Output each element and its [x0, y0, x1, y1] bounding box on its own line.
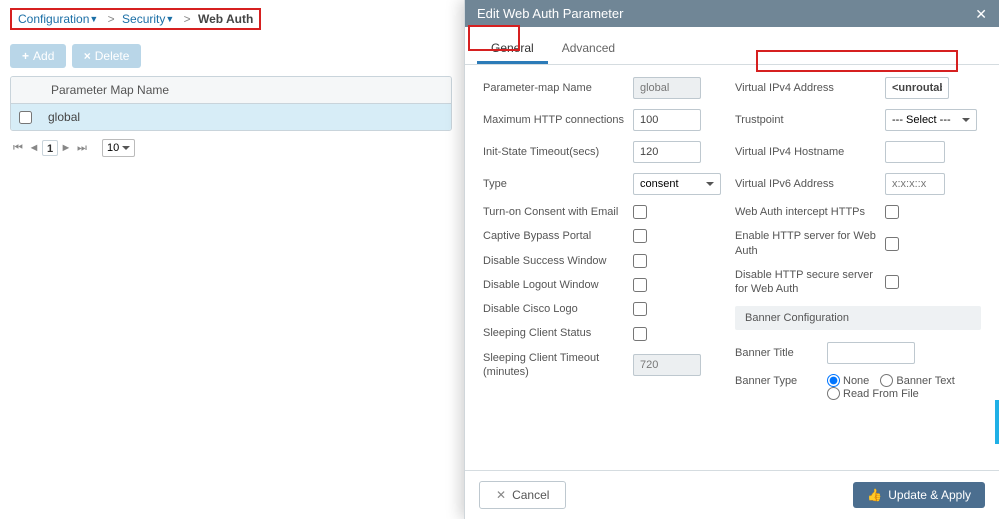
disable-logo-checkbox[interactable] [633, 302, 647, 316]
disable-success-checkbox[interactable] [633, 254, 647, 268]
banner-type-label: Banner Type [735, 374, 827, 388]
banner-title-label: Banner Title [735, 346, 827, 360]
enable-http-label: Enable HTTP server for Web Auth [735, 229, 885, 258]
type-select[interactable]: consent [633, 173, 721, 195]
type-label: Type [483, 177, 633, 191]
banner-type-text[interactable]: Banner Text [880, 375, 955, 387]
sleeping-timeout-label: Sleeping Client Timeout (minutes) [483, 351, 633, 380]
v6addr-label: Virtual IPv6 Address [735, 177, 885, 191]
banner-title-field[interactable] [827, 342, 915, 364]
edit-panel: Edit Web Auth Parameter ✕ General Advanc… [464, 0, 999, 519]
tab-advanced[interactable]: Advanced [548, 35, 629, 64]
v4addr-label: Virtual IPv4 Address [735, 81, 885, 95]
banner-section: Banner Configuration [735, 306, 981, 330]
add-button[interactable]: +Add [10, 44, 66, 68]
pager-page[interactable]: 1 [42, 140, 58, 156]
captive-label: Captive Bypass Portal [483, 229, 633, 243]
disable-success-label: Disable Success Window [483, 254, 633, 268]
sleeping-timeout-field [633, 354, 701, 376]
delete-button[interactable]: ×Delete [72, 44, 142, 68]
crumb-configuration[interactable]: Configuration [18, 12, 89, 26]
panel-title: Edit Web Auth Parameter [477, 6, 623, 21]
captive-checkbox[interactable] [633, 229, 647, 243]
pager-prev-icon[interactable]: ◄ [26, 140, 42, 156]
v4host-field[interactable] [885, 141, 945, 163]
banner-type-none[interactable]: None [827, 375, 869, 387]
sleeping-status-label: Sleeping Client Status [483, 326, 633, 340]
update-apply-button[interactable]: 👍Update & Apply [853, 482, 985, 508]
param-name-label: Parameter-map Name [483, 81, 633, 95]
pager-last-icon[interactable]: ⏭ [74, 140, 90, 156]
v6addr-field[interactable] [885, 173, 945, 195]
pager-next-icon[interactable]: ► [58, 140, 74, 156]
thumbs-up-icon: 👍 [867, 488, 882, 502]
init-timeout-field[interactable] [633, 141, 701, 163]
sleeping-status-checkbox[interactable] [633, 327, 647, 341]
breadcrumb: Configuration▼ > Security▼ > Web Auth [10, 8, 261, 30]
consent-email-checkbox[interactable] [633, 205, 647, 219]
plus-icon: + [22, 49, 29, 63]
tab-general[interactable]: General [477, 35, 548, 64]
v4host-label: Virtual IPv4 Hostname [735, 145, 885, 159]
consent-email-label: Turn-on Consent with Email [483, 205, 633, 219]
max-http-field[interactable] [633, 109, 701, 131]
intercept-checkbox[interactable] [885, 205, 899, 219]
disable-logout-label: Disable Logout Window [483, 278, 633, 292]
disable-logout-checkbox[interactable] [633, 278, 647, 292]
pager: ⏮ ◄ 1 ► ⏭ 10 [10, 139, 452, 157]
crumb-current: Web Auth [198, 12, 253, 26]
cancel-x-icon: ✕ [496, 488, 506, 502]
row-checkbox[interactable] [19, 111, 32, 124]
trustpoint-select[interactable]: --- Select --- [885, 109, 977, 131]
init-timeout-label: Init-State Timeout(secs) [483, 145, 633, 159]
pager-size-select[interactable]: 10 [102, 139, 135, 157]
crumb-security[interactable]: Security [122, 12, 165, 26]
max-http-label: Maximum HTTP connections [483, 113, 633, 127]
disable-logo-label: Disable Cisco Logo [483, 302, 633, 316]
param-name-field [633, 77, 701, 99]
enable-http-checkbox[interactable] [885, 237, 899, 251]
pager-first-icon[interactable]: ⏮ [10, 140, 26, 156]
disable-https-label: Disable HTTP secure server for Web Auth [735, 268, 885, 297]
v4addr-field[interactable] [885, 77, 949, 99]
banner-type-file[interactable]: Read From File [827, 388, 919, 400]
intercept-label: Web Auth intercept HTTPs [735, 205, 885, 219]
cancel-button[interactable]: ✕Cancel [479, 481, 566, 509]
row-name: global [48, 110, 80, 124]
scroll-indicator [995, 400, 999, 444]
trustpoint-label: Trustpoint [735, 113, 885, 127]
x-icon: × [84, 49, 91, 63]
disable-https-checkbox[interactable] [885, 275, 899, 289]
close-icon[interactable]: ✕ [975, 7, 987, 21]
table-header: Parameter Map Name [11, 77, 451, 104]
table-row[interactable]: global [11, 104, 451, 130]
parameter-map-table: Parameter Map Name global [10, 76, 452, 131]
